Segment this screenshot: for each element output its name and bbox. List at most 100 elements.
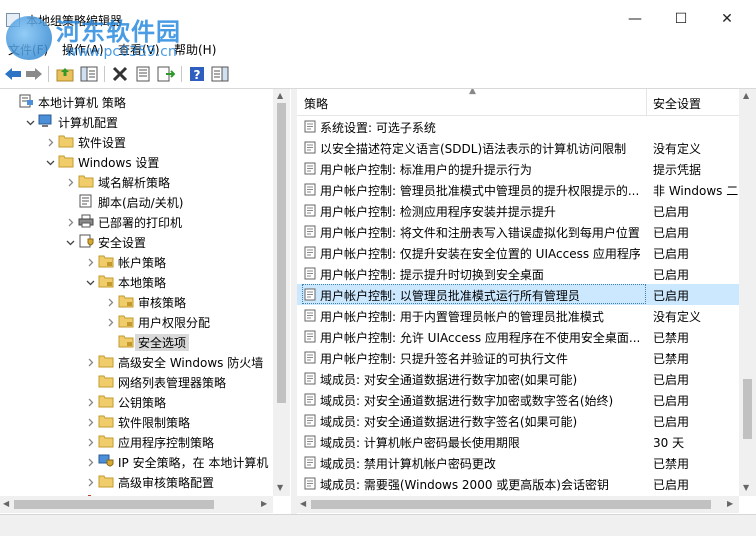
tree-item[interactable]: 本地计算机 策略 [0, 91, 272, 111]
tree-hscroll-thumb[interactable] [14, 500, 214, 509]
folder-lock-icon [118, 294, 134, 308]
show-hide-tree-icon[interactable] [79, 64, 99, 84]
scroll-down-arrow-icon[interactable]: ▼ [277, 483, 283, 492]
collapsed-chevron-icon[interactable] [86, 396, 95, 407]
collapsed-chevron-icon[interactable] [66, 216, 75, 227]
policy-row[interactable]: 域成员: 对安全通道数据进行数字加密或数字签名(始终) 已启用 [297, 389, 756, 410]
tree-item-label: 计算机配置 [58, 116, 119, 130]
scroll-left-arrow-icon[interactable]: ◀ [3, 499, 9, 508]
expanded-chevron-icon[interactable] [26, 116, 35, 126]
policy-row[interactable]: 用户帐户控制: 检测应用程序安装并提示提升 已启用 [297, 200, 756, 221]
tree-item[interactable]: 脚本(启动/关机) [0, 191, 272, 211]
tree-item-label: 网络列表管理器策略 [118, 376, 227, 390]
tree-item[interactable]: 安全设置 [0, 231, 272, 251]
column-divider[interactable] [646, 89, 647, 115]
collapsed-chevron-icon[interactable] [86, 436, 95, 447]
tree-horizontal-scrollbar[interactable]: ◀ ▶ [0, 496, 273, 513]
close-button[interactable]: ✕ [704, 4, 750, 34]
maximize-button[interactable]: ☐ [658, 4, 704, 34]
list-vertical-scrollbar[interactable]: ▲ ▼ [739, 89, 756, 496]
collapsed-chevron-icon[interactable] [86, 356, 95, 367]
list-hscroll-thumb[interactable] [311, 500, 711, 509]
expanded-chevron-icon[interactable] [66, 236, 75, 246]
policy-row[interactable]: 系统设置: 可选子系统 [297, 116, 756, 137]
list-horizontal-scrollbar[interactable]: ◀ ▶ [297, 496, 739, 513]
collapsed-chevron-icon[interactable] [86, 456, 95, 467]
column-security-setting[interactable]: 安全设置 [653, 95, 701, 112]
tree-item[interactable]: 本地策略 [0, 271, 272, 291]
menu-action[interactable]: 操作(A) [62, 41, 104, 58]
help-icon[interactable]: ? [187, 64, 207, 84]
scroll-right-arrow-icon[interactable]: ▶ [727, 499, 733, 508]
menu-view[interactable]: 查看(V) [118, 41, 160, 58]
tree-item[interactable]: 帐户策略 [0, 251, 272, 271]
tree-item[interactable]: 软件设置 [0, 131, 272, 151]
forward-icon[interactable] [24, 64, 44, 84]
policy-row[interactable]: 域成员: 对安全通道数据进行数字签名(如果可能) 已启用 [297, 410, 756, 431]
policy-row[interactable]: 用户帐户控制: 允许 UIAccess 应用程序在不使用安全桌面... 已禁用 [297, 326, 756, 347]
folder-icon [98, 474, 114, 488]
collapsed-chevron-icon[interactable] [66, 176, 75, 187]
scroll-down-arrow-icon[interactable]: ▼ [743, 483, 749, 492]
tree-item[interactable]: 计算机配置 [0, 111, 272, 131]
policy-row[interactable]: 用户帐户控制: 将文件和注册表写入错误虚拟化到每用户位置 已启用 [297, 221, 756, 242]
properties-icon[interactable] [133, 64, 153, 84]
policy-row[interactable]: 域成员: 对安全通道数据进行数字加密(如果可能) 已启用 [297, 368, 756, 389]
scroll-up-arrow-icon[interactable]: ▲ [277, 91, 283, 100]
list-scroll-thumb[interactable] [743, 379, 752, 439]
policy-row[interactable]: 用户帐户控制: 标准用户的提升提示行为 提示凭据 [297, 158, 756, 179]
policy-row[interactable]: 域成员: 计算机帐户密码最长使用期限 30 天 [297, 431, 756, 452]
scroll-left-arrow-icon[interactable]: ◀ [300, 499, 306, 508]
tree-item[interactable]: IP 安全策略，在 本地计算机 [0, 451, 272, 471]
policy-setting-icon [304, 309, 316, 322]
folder-icon [98, 354, 114, 368]
tree-item[interactable]: 应用程序控制策略 [0, 431, 272, 451]
minimize-button[interactable]: — [612, 4, 658, 34]
tree-item[interactable]: 已部署的打印机 [0, 211, 272, 231]
menu-file[interactable]: 文件(F) [8, 41, 48, 58]
menu-help[interactable]: 帮助(H) [174, 41, 216, 58]
tree-item[interactable]: 高级安全 Windows 防火墙 [0, 351, 272, 371]
list-column-header: ▲ 策略 安全设置 [297, 89, 756, 116]
tree-item[interactable]: 用户权限分配 [0, 311, 272, 331]
scroll-up-arrow-icon[interactable]: ▲ [743, 91, 749, 100]
tree-item[interactable]: 网络列表管理器策略 [0, 371, 272, 391]
policy-row[interactable]: 以安全描述符定义语言(SDDL)语法表示的计算机访问限制 没有定义 [297, 137, 756, 158]
tree-item-label: 安全设置 [98, 236, 147, 250]
show-pane-icon[interactable] [210, 64, 230, 84]
tree-item[interactable]: 安全选项 [0, 331, 272, 351]
policy-row[interactable]: 用户帐户控制: 只提升签名并验证的可执行文件 已禁用 [297, 347, 756, 368]
collapsed-chevron-icon[interactable] [86, 256, 95, 267]
export-list-icon[interactable] [156, 64, 176, 84]
column-policy[interactable]: 策略 [304, 95, 328, 112]
policy-row[interactable]: 用户帐户控制: 仅提升安装在安全位置的 UIAccess 应用程序 已启用 [297, 242, 756, 263]
collapsed-chevron-icon[interactable] [106, 296, 115, 307]
policy-setting-value: 已启用 [653, 373, 690, 387]
expanded-chevron-icon[interactable] [86, 276, 95, 286]
collapsed-chevron-icon[interactable] [106, 316, 115, 327]
collapsed-chevron-icon[interactable] [46, 136, 55, 147]
policy-row[interactable]: 用户帐户控制: 提示提升时切换到安全桌面 已启用 [297, 263, 756, 284]
policy-row[interactable]: 用户帐户控制: 管理员批准模式中管理员的提升权限提示的... 非 Windows … [297, 179, 756, 200]
policy-row[interactable]: 用户帐户控制: 以管理员批准模式运行所有管理员 已启用 [297, 284, 756, 305]
folder-icon [98, 394, 114, 408]
tree-item[interactable]: 公钥策略 [0, 391, 272, 411]
delete-icon[interactable] [110, 64, 130, 84]
policy-row[interactable]: 用户帐户控制: 用于内置管理员帐户的管理员批准模式 没有定义 [297, 305, 756, 326]
expanded-chevron-icon[interactable] [46, 156, 55, 166]
tree-item[interactable]: 软件限制策略 [0, 411, 272, 431]
tree-item[interactable]: Windows 设置 [0, 151, 272, 171]
tree-item[interactable]: 高级审核策略配置 [0, 471, 272, 491]
policy-row[interactable]: 域成员: 禁用计算机帐户密码更改 已禁用 [297, 452, 756, 473]
policy-row[interactable]: 域成员: 需要强(Windows 2000 或更高版本)会话密钥 已启用 [297, 473, 756, 494]
tree-vertical-scrollbar[interactable]: ▲ ▼ [273, 89, 290, 496]
collapsed-chevron-icon[interactable] [86, 416, 95, 427]
tree-item[interactable]: 审核策略 [0, 291, 272, 311]
policy-setting-icon [304, 414, 316, 427]
back-icon[interactable] [3, 64, 23, 84]
scroll-right-arrow-icon[interactable]: ▶ [261, 499, 267, 508]
up-folder-icon[interactable] [55, 64, 75, 84]
collapsed-chevron-icon[interactable] [86, 476, 95, 487]
tree-item[interactable]: 域名解析策略 [0, 171, 272, 191]
tree-scroll-thumb[interactable] [277, 103, 286, 403]
